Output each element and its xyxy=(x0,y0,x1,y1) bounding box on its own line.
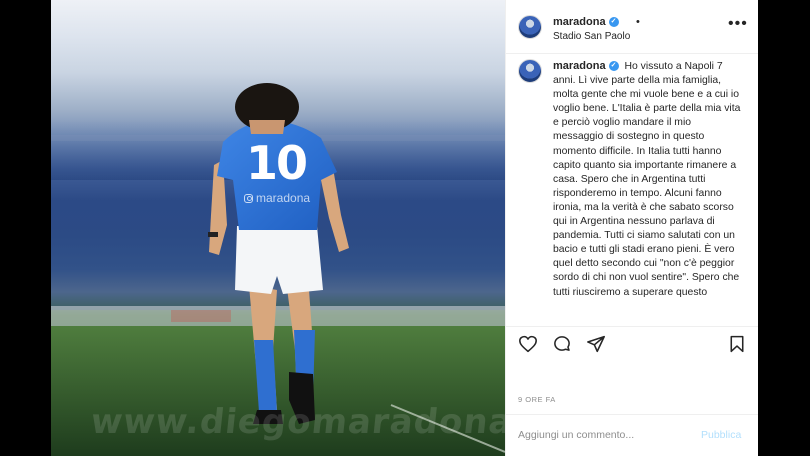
separator-dot: • xyxy=(636,16,640,28)
caption-text: Ho vissuto a Napoli 7 anni. Lì vive part… xyxy=(553,61,741,298)
publish-button[interactable]: Pubblica xyxy=(701,429,741,441)
maradona-photo-illustration xyxy=(51,83,505,456)
action-bar xyxy=(506,326,758,358)
username-text[interactable]: maradona xyxy=(553,16,606,28)
jersey-number: 10 xyxy=(245,136,308,190)
location-link[interactable]: Stadio San Paolo xyxy=(553,31,630,42)
post-header: maradona ✓ • Stadio San Paolo ••• xyxy=(506,0,758,54)
add-comment-bar: Pubblica xyxy=(506,414,758,456)
caption-comment: maradona ✓ Ho vissuto a Napoli 7 anni. Lì… xyxy=(506,54,758,320)
more-options-icon[interactable]: ••• xyxy=(728,16,748,32)
share-icon[interactable] xyxy=(586,335,606,353)
header-username[interactable]: maradona ✓ xyxy=(553,16,619,28)
avatar[interactable] xyxy=(518,15,542,39)
image-watermark: www.diegomaradona.com xyxy=(88,402,505,442)
jersey-tag-text: maradona xyxy=(256,191,311,205)
caption-username[interactable]: maradona ✓ xyxy=(553,60,619,72)
post-details-panel: maradona ✓ • Stadio San Paolo ••• maradon… xyxy=(505,0,758,456)
post-timestamp[interactable]: 9 ORE FA xyxy=(518,395,556,404)
caption-body: maradona ✓ Ho vissuto a Napoli 7 anni. Lì… xyxy=(553,59,743,300)
heart-icon[interactable] xyxy=(518,335,538,353)
post-image[interactable]: 10 maradona www.diegomaradona.com xyxy=(51,0,505,456)
verified-badge-icon: ✓ xyxy=(608,17,619,28)
verified-badge-icon: ✓ xyxy=(608,61,619,72)
jersey-instagram-tag: maradona xyxy=(244,191,324,205)
comment-input[interactable] xyxy=(518,427,688,443)
comment-icon[interactable] xyxy=(552,335,572,353)
instagram-icon xyxy=(244,193,253,203)
post-modal: 10 maradona www.diegomaradona.com marado… xyxy=(51,0,758,456)
bookmark-icon[interactable] xyxy=(728,335,746,353)
username-text[interactable]: maradona xyxy=(553,60,606,72)
avatar[interactable] xyxy=(518,59,542,83)
